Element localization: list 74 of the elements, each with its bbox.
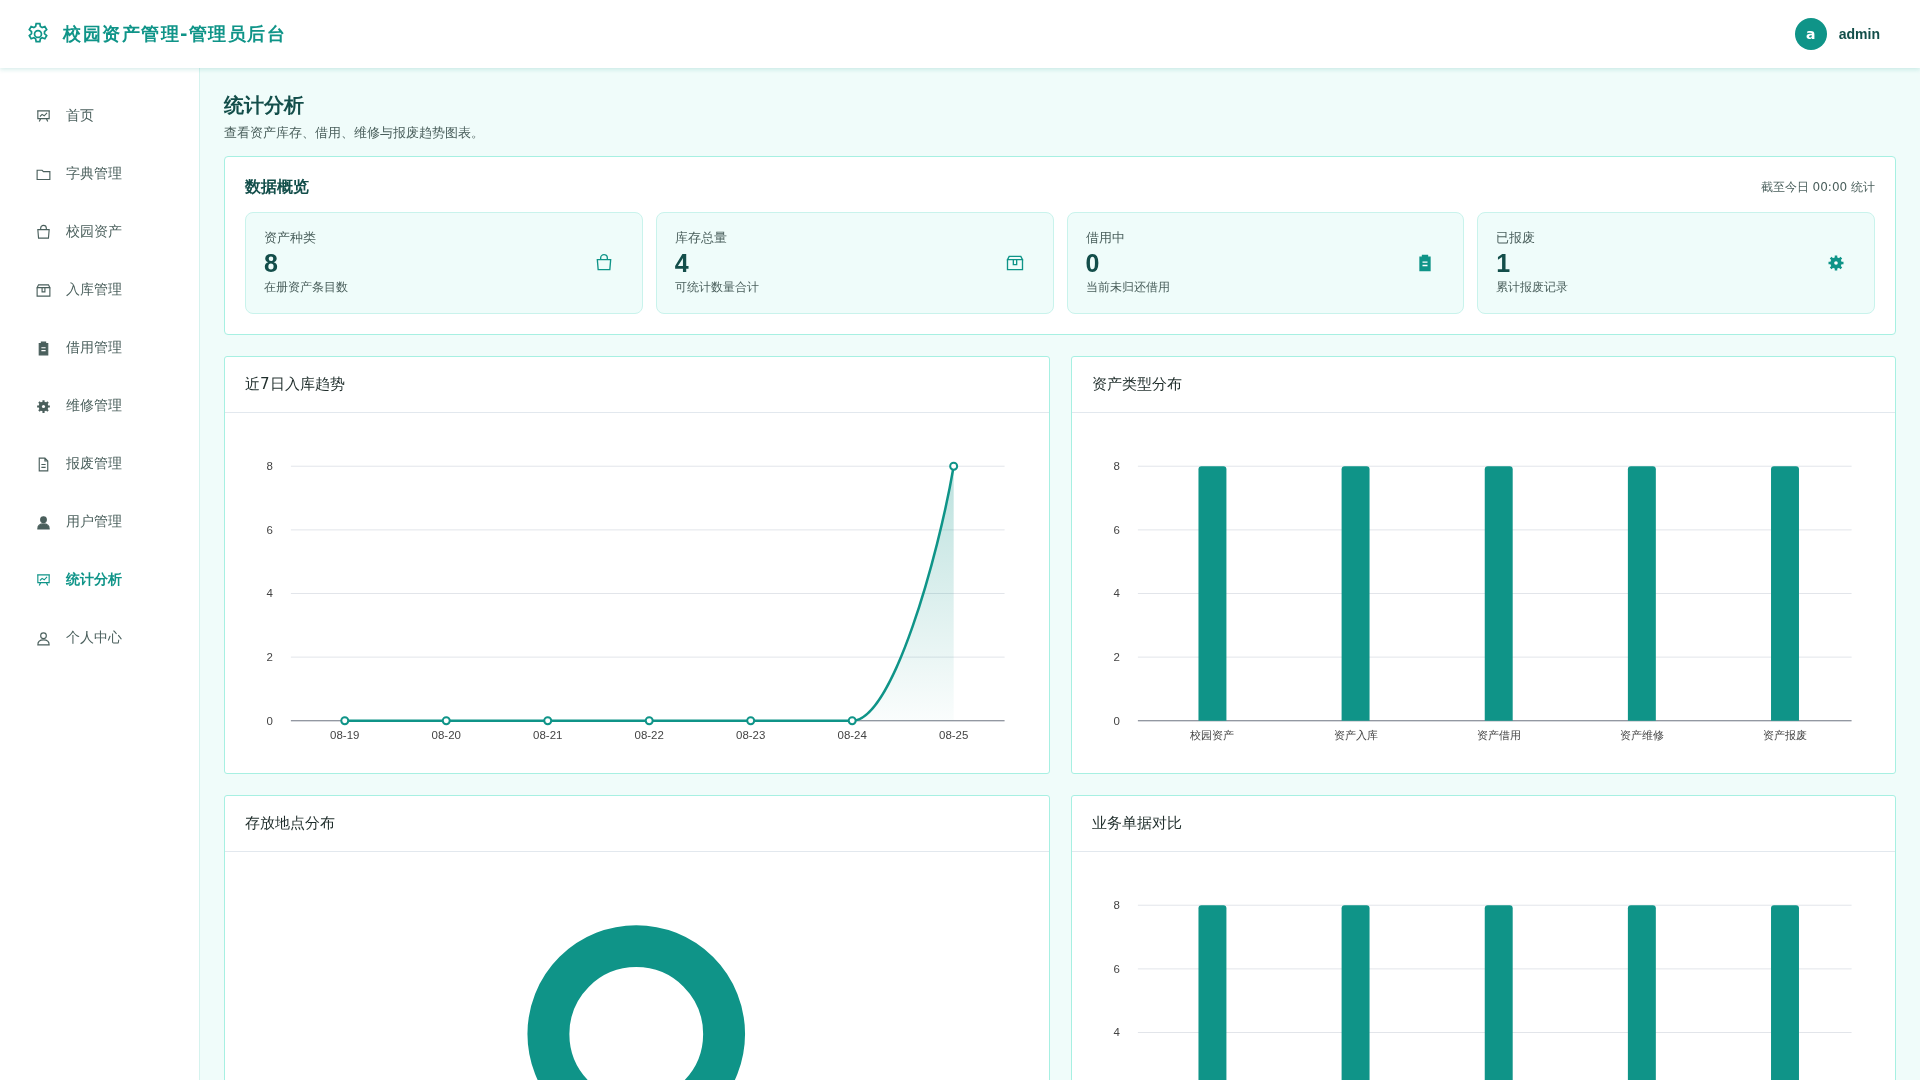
- user-icon: [35, 513, 52, 531]
- axis-tick-label: 8: [266, 460, 273, 473]
- axis-category-label: 08-24: [837, 728, 867, 741]
- sidebar-item[interactable]: 个人中心: [0, 609, 199, 667]
- sidebar-item[interactable]: 入库管理: [0, 261, 199, 319]
- axis-category-label: 资产维修: [1619, 728, 1664, 741]
- data-point: [543, 716, 553, 726]
- sidebar-item[interactable]: 首页: [0, 87, 199, 145]
- axis-tick-label: 4: [266, 587, 273, 600]
- page-title: 统计分析: [224, 92, 305, 119]
- box-icon: [35, 281, 52, 299]
- axis-category-label: 资产借用: [1476, 728, 1521, 741]
- user-name[interactable]: admin: [1838, 26, 1880, 42]
- axis-tick-label: 6: [266, 523, 273, 536]
- chart-board-icon: [35, 107, 52, 125]
- axis-category-label: 08-21: [533, 728, 563, 741]
- axis-tick-label: 2: [1113, 651, 1120, 664]
- axis-tick-label: 4: [1113, 1026, 1120, 1039]
- axis-tick-label: 2: [266, 651, 273, 664]
- axis-category-label: 08-23: [736, 728, 766, 741]
- axis-tick-label: 0: [266, 714, 273, 727]
- axis-tick-label: 6: [1113, 962, 1120, 975]
- stat-value: 8: [264, 247, 279, 279]
- stat-caption: 可统计数量合计: [674, 279, 760, 297]
- sidebar-item[interactable]: 维修管理: [0, 377, 199, 435]
- axis-tick-label: 8: [1113, 899, 1120, 912]
- app-title: 校园资产管理-管理员后台: [63, 22, 287, 46]
- data-point: [949, 461, 959, 471]
- stat-label: 借用中: [1085, 229, 1126, 247]
- sidebar-item[interactable]: 报废管理: [0, 435, 199, 493]
- overview-title: 数据概览: [245, 177, 309, 198]
- chart-title: 资产类型分布: [1091, 375, 1182, 394]
- sidebar-item[interactable]: 统计分析: [0, 551, 199, 609]
- data-point: [746, 716, 756, 726]
- data-point: [644, 716, 654, 726]
- stat-caption: 在册资产条目数: [264, 279, 349, 297]
- axis-category-label: 资产入库: [1333, 728, 1378, 741]
- bag-icon: [35, 223, 52, 241]
- axis-category-label: 08-25: [939, 728, 969, 741]
- axis-category-label: 资产报废: [1762, 728, 1807, 741]
- data-point: [441, 716, 451, 726]
- axis-tick-label: 8: [1113, 460, 1120, 473]
- axis-category-label: 08-22: [634, 728, 664, 741]
- gear-icon: [1826, 253, 1846, 273]
- stat-label: 库存总量: [674, 229, 728, 247]
- gear-icon: [35, 397, 52, 415]
- sidebar-item[interactable]: 用户管理: [0, 493, 199, 551]
- page-subtitle: 查看资产库存、借用、维修与报废趋势图表。: [224, 125, 485, 142]
- axis-tick-label: 0: [1113, 714, 1120, 727]
- chart-title: 存放地点分布: [245, 814, 335, 833]
- stat-label: 已报废: [1496, 229, 1537, 247]
- stat-value: 0: [1085, 247, 1101, 279]
- stat-label: 资产种类: [264, 229, 317, 247]
- chart-board-icon: [35, 571, 52, 589]
- axis-tick-label: 4: [1113, 587, 1120, 600]
- user-avatar[interactable]: a: [1794, 18, 1827, 50]
- sidebar-item[interactable]: 字典管理: [0, 145, 199, 203]
- stat-value: 4: [674, 247, 690, 279]
- axis-tick-label: 6: [1113, 523, 1120, 536]
- stat-caption: 累计报废记录: [1496, 279, 1570, 297]
- sidebar-item[interactable]: 校园资产: [0, 203, 199, 261]
- overview-note: 截至今日 00:00 统计: [1760, 179, 1875, 196]
- user-icon: [35, 629, 52, 647]
- data-point: [340, 716, 350, 726]
- axis-category-label: 校园资产: [1189, 728, 1234, 741]
- chart-title: 近7日入库趋势: [245, 375, 345, 394]
- sidebar-item[interactable]: 借用管理: [0, 319, 199, 377]
- stat-value: 1: [1496, 247, 1512, 279]
- axis-category-label: 08-20: [431, 728, 461, 741]
- data-point: [847, 716, 857, 726]
- chart-title: 业务单据对比: [1091, 814, 1182, 833]
- box-icon: [1004, 253, 1025, 273]
- axis-category-label: 08-19: [330, 728, 360, 741]
- stat-caption: 当前未归还借用: [1085, 279, 1171, 297]
